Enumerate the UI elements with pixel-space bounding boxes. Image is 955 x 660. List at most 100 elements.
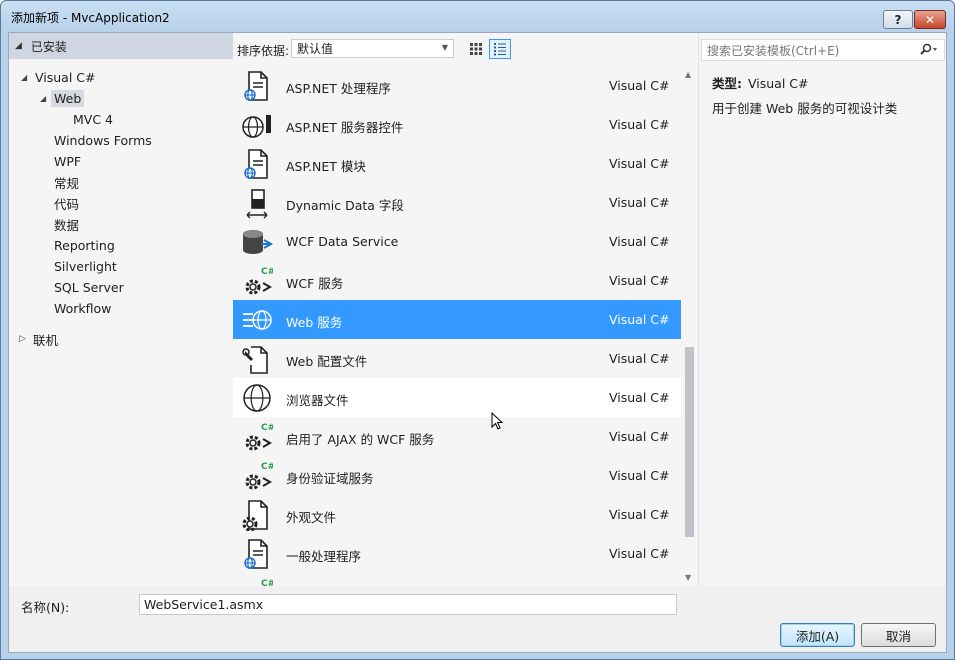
template-panel: 排序依据: 默认值 ▼ ASP.NET 处理程序 Visual C# ASP.N… (233, 33, 698, 586)
template-row[interactable]: ASP.NET 处理程序 Visual C# (233, 66, 681, 105)
svg-text:C#: C# (261, 267, 273, 277)
tree-item-label: Visual C# (35, 69, 96, 85)
template-row[interactable]: 一般处理程序 Visual C# (233, 534, 681, 573)
template-name: 浏览器文件 (286, 393, 349, 408)
svg-text:C#: C# (261, 579, 273, 586)
generic-handler-icon (241, 538, 273, 570)
tree-item-label: 数据 (54, 217, 80, 233)
web-service-icon (241, 304, 273, 336)
browser-file-icon (241, 382, 273, 414)
template-language: Visual C# (609, 195, 670, 210)
tree-item-label: 代码 (54, 196, 80, 212)
template-row[interactable]: C# 启用了 AJAX 的 WCF 服务 Visual C# (233, 417, 681, 456)
tree-item[interactable]: 常规 (9, 172, 233, 192)
tree-item[interactable]: SQL Server (9, 277, 233, 297)
template-row[interactable]: WCF Data Service Visual C# (233, 222, 681, 261)
template-type: 类型: Visual C# (712, 73, 809, 92)
template-language: Visual C# (609, 468, 670, 483)
expand-arrow-icon[interactable]: ◢ (40, 94, 46, 103)
svg-text:C#: C# (261, 423, 273, 433)
grid-view-button[interactable] (465, 39, 487, 59)
sort-label: 排序依据: (237, 44, 290, 58)
dialog-client: ◢ 已安装 ◢ Visual C# ◢ Web MVC 4 Windows Forms WP… (8, 32, 947, 653)
template-row[interactable]: 浏览器文件 Visual C# (233, 378, 681, 417)
expand-arrow-icon[interactable]: ◢ (15, 41, 22, 51)
server-control-icon (241, 109, 273, 141)
tree-item-label: 联机 (33, 332, 59, 348)
template-language: Visual C# (609, 117, 670, 132)
template-name: Web 服务 (286, 315, 343, 330)
installed-label: 已安装 (30, 39, 67, 54)
web-config-icon (241, 343, 273, 375)
add-button[interactable]: 添加(A) (780, 623, 855, 647)
template-language: Visual C# (609, 156, 670, 171)
tree-item[interactable]: WPF (9, 151, 233, 171)
sort-select[interactable]: 默认值 ▼ (291, 39, 454, 58)
svg-text:C#: C# (261, 462, 273, 472)
cancel-button[interactable]: 取消 (861, 623, 936, 647)
template-row[interactable]: Web 配置文件 Visual C# (233, 339, 681, 378)
template-search-input[interactable]: 搜索已安装模板(Ctrl+E) (701, 39, 945, 61)
chevron-down-icon: ▼ (441, 43, 448, 52)
help-button[interactable]: ? (883, 10, 913, 29)
auth-domain-service-icon: C# (241, 460, 275, 492)
grid-view-icon (470, 43, 482, 55)
tree-item-label: MVC 4 (73, 111, 113, 127)
window-title: 添加新项 - MvcApplication2 (11, 11, 170, 25)
scroll-up-icon[interactable]: ▲ (685, 70, 691, 79)
tree-item-label: Web (51, 89, 85, 107)
template-row[interactable]: ASP.NET 模块 Visual C# (233, 144, 681, 183)
name-input[interactable]: WebService1.asmx (139, 594, 677, 615)
tree-item[interactable]: Reporting (9, 235, 233, 255)
search-icon[interactable] (919, 43, 939, 60)
template-row[interactable]: 外观文件 Visual C# (233, 495, 681, 534)
template-row[interactable]: C# (233, 573, 681, 586)
template-language: Visual C# (609, 312, 670, 327)
scroll-down-icon[interactable]: ▼ (685, 573, 691, 582)
template-name: 启用了 AJAX 的 WCF 服务 (286, 432, 435, 447)
installed-header[interactable]: ◢ 已安装 (9, 33, 233, 59)
close-button[interactable]: ✕ (914, 10, 946, 29)
tree-item[interactable]: ◢ Visual C# (9, 67, 233, 87)
tree-item-label: WPF (54, 153, 82, 169)
template-language: Visual C# (609, 390, 670, 405)
template-name: WCF Data Service (286, 234, 399, 249)
name-label: 名称(N): (21, 600, 70, 615)
type-label: 类型: (712, 76, 742, 91)
list-view-icon (494, 43, 506, 56)
footer-bar: 名称(N): WebService1.asmx 添加(A) 取消 (9, 586, 946, 652)
category-panel: ◢ 已安装 ◢ Visual C# ◢ Web MVC 4 Windows Forms WP… (9, 33, 233, 586)
tree-item[interactable]: Windows Forms (9, 130, 233, 150)
template-language: Visual C# (609, 351, 670, 366)
template-name: 身份验证域服务 (286, 471, 374, 486)
module-page-icon (241, 148, 273, 180)
template-list-scrollbar[interactable]: ▲ ▼ (681, 66, 698, 586)
wcf-service-icon: C# (241, 265, 275, 297)
collapsed-arrow-icon[interactable]: ▷ (19, 334, 26, 344)
template-row[interactable]: Dynamic Data 字段 Visual C# (233, 183, 681, 222)
expand-arrow-icon[interactable]: ◢ (21, 73, 27, 82)
tree-item-label: Reporting (54, 237, 115, 253)
tree-item-label: Windows Forms (54, 132, 152, 148)
template-row[interactable]: Web 服务 Visual C# (233, 300, 681, 339)
list-view-button[interactable] (489, 39, 511, 59)
tree-item[interactable]: 代码 (9, 193, 233, 213)
tree-item[interactable]: MVC 4 (9, 109, 233, 129)
template-description: 用于创建 Web 服务的可视设计类 (712, 101, 898, 116)
template-row[interactable]: C# 身份验证域服务 Visual C# (233, 456, 681, 495)
mouse-cursor-icon (491, 412, 504, 430)
template-language: Visual C# (609, 429, 670, 444)
template-language: Visual C# (609, 78, 670, 93)
template-row[interactable]: C# WCF 服务 Visual C# (233, 261, 681, 300)
dynamic-data-field-icon (241, 187, 273, 219)
tree-item[interactable]: ◢ Web (9, 88, 233, 108)
tree-item[interactable]: 数据 (9, 214, 233, 234)
scrollbar-thumb[interactable] (685, 347, 694, 537)
tree-item[interactable]: Silverlight (9, 256, 233, 276)
sort-value: 默认值 (297, 42, 334, 56)
template-row[interactable]: ASP.NET 服务器控件 Visual C# (233, 105, 681, 144)
tree-item-online[interactable]: ▷ 联机 (9, 329, 233, 349)
title-bar[interactable]: 添加新项 - MvcApplication2 ? ✕ (1, 1, 954, 31)
details-panel: 搜索已安装模板(Ctrl+E) 类型: Visual C# 用于创建 Web 服务… (698, 33, 946, 586)
tree-item[interactable]: Workflow (9, 298, 233, 318)
